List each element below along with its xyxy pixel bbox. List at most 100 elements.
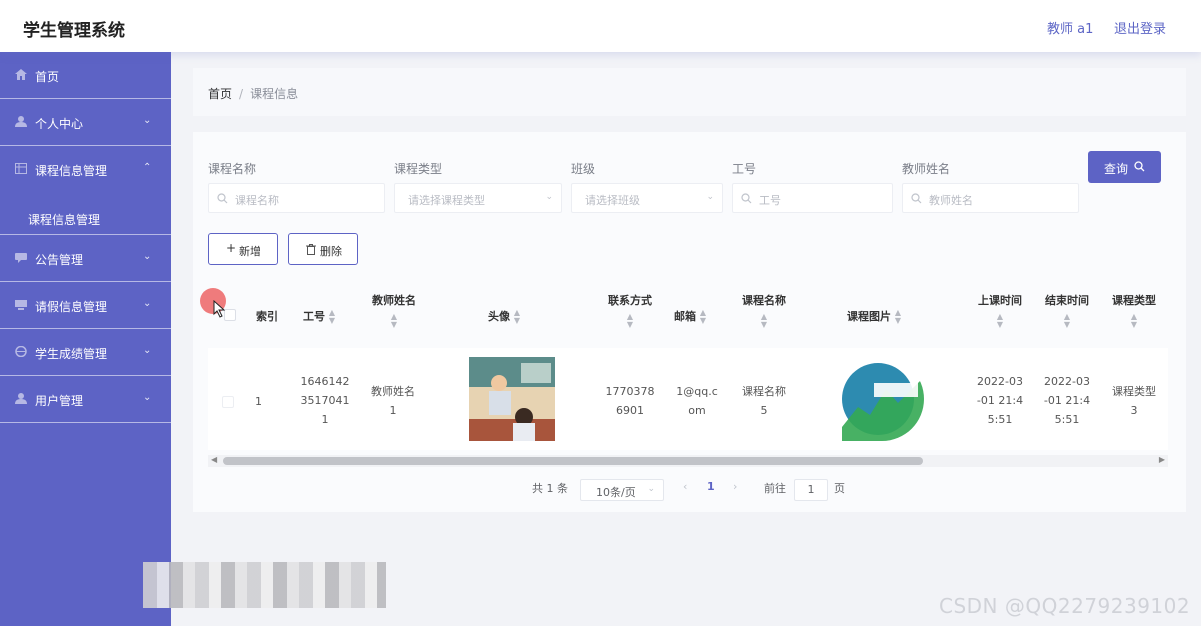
col-header-course-type[interactable]: 课程类型 ▲ ▼: [1108, 293, 1160, 329]
plus-icon: +: [226, 241, 237, 255]
col-header-index: 索引: [256, 310, 278, 323]
chevron-down-icon: ⌄: [706, 192, 714, 202]
search-icon: [741, 193, 752, 204]
sidebar-item-course-info[interactable]: 课程信息管理 ⌃: [0, 146, 171, 193]
goto-page-input[interactable]: 1: [794, 479, 828, 501]
page-size-select[interactable]: 10条/页 ⌄: [580, 479, 664, 501]
delete-button[interactable]: 删除: [288, 233, 358, 265]
pagination-total: 共 1 条: [532, 482, 568, 495]
course-name-label: 课程名称: [208, 162, 257, 176]
sidebar-item-label: 用户管理: [35, 394, 84, 408]
course-type-label: 课程类型: [394, 162, 443, 176]
scroll-right-icon[interactable]: ▶: [1159, 455, 1165, 464]
sort-icon: ▲ ▼: [760, 312, 768, 329]
sidebar-item-label: 学生成绩管理: [35, 347, 108, 361]
breadcrumb: 首页 / 课程信息: [208, 85, 298, 102]
chevron-down-icon: ⌄: [647, 484, 655, 494]
sort-icon: ▲ ▼: [626, 312, 634, 329]
chevron-down-icon: ⌄: [545, 192, 553, 202]
sidebar-item-grades[interactable]: 学生成绩管理 ⌄: [0, 329, 171, 376]
main-panel: 课程名称 课程名称 课程类型 请选择课程类型 ⌄ 班级 请选择班级 ⌄ 工号 工…: [193, 132, 1186, 512]
col-header-contact[interactable]: 联系方式 ▲ ▼: [603, 293, 657, 329]
col-header-teacher-name[interactable]: 教师姓名 ▲ ▼: [369, 293, 419, 329]
cell-course-name: 课程名称 5: [742, 385, 786, 417]
sidebar-item-home[interactable]: 首页: [0, 52, 171, 99]
cell-email: 1@qq.c om: [676, 385, 718, 417]
col-header-avatar[interactable]: 头像 ▲ ▼: [488, 309, 520, 325]
sort-icon: ▲ ▼: [328, 308, 335, 325]
current-user[interactable]: 教师 a1: [1047, 18, 1093, 37]
course-type-select[interactable]: 请选择课程类型 ⌄: [394, 183, 562, 213]
breadcrumb-home[interactable]: 首页: [208, 87, 232, 101]
col-header-email[interactable]: 邮箱 ▲ ▼: [674, 309, 706, 325]
col-header-start-time[interactable]: 上课时间 ▲ ▼: [974, 293, 1026, 329]
scroll-left-icon[interactable]: ◀: [211, 455, 217, 464]
sort-icon: ▲ ▼: [1063, 312, 1071, 329]
cell-course-type: 课程类型 3: [1112, 385, 1156, 417]
top-header: 学生管理系统 教师 a1 退出登录: [0, 0, 1201, 52]
sidebar-item-label: 课程信息管理: [35, 164, 108, 178]
horizontal-scrollbar[interactable]: ◀ ▶: [208, 455, 1168, 467]
sort-icon: ▲ ▼: [390, 312, 398, 329]
logout-link[interactable]: 退出登录: [1114, 18, 1166, 37]
class-select[interactable]: 请选择班级 ⌄: [571, 183, 723, 213]
sidebar-item-label: 公告管理: [35, 253, 84, 267]
select-all-checkbox[interactable]: [224, 309, 236, 321]
col-header-end-time[interactable]: 结束时间 ▲ ▼: [1041, 293, 1093, 329]
breadcrumb-current: 课程信息: [250, 87, 299, 101]
sort-icon: ▲ ▼: [894, 308, 901, 325]
col-header-course-name[interactable]: 课程名称 ▲ ▼: [738, 293, 790, 329]
search-icon: [1134, 161, 1145, 172]
sidebar-item-leave[interactable]: 请假信息管理 ⌄: [0, 282, 171, 329]
col-header-course-image[interactable]: 课程图片 ▲ ▼: [847, 309, 901, 325]
monitor-icon: [15, 300, 27, 310]
user-icon: [15, 116, 27, 127]
col-header-job-no[interactable]: 工号 ▲ ▼: [303, 309, 335, 325]
search-icon: [911, 193, 922, 204]
cell-job-no: 1646142 3517041 1: [300, 375, 350, 426]
course-name-input[interactable]: 课程名称: [208, 183, 385, 213]
prev-page-button[interactable]: ‹: [683, 480, 687, 493]
job-no-label: 工号: [732, 162, 757, 176]
course-image: [840, 357, 924, 441]
sidebar-item-users[interactable]: 用户管理 ⌄: [0, 376, 171, 423]
page-number-current[interactable]: 1: [707, 480, 715, 493]
search-icon: [217, 193, 228, 204]
row-checkbox[interactable]: [222, 396, 234, 408]
chevron-down-icon: ⌄: [143, 251, 152, 262]
chevron-down-icon: ⌄: [143, 345, 152, 356]
sidebar-item-label: 首页: [35, 70, 60, 84]
sidebar-subitem-course-info[interactable]: 课程信息管理: [0, 197, 171, 235]
class-label: 班级: [571, 162, 596, 176]
cell-teacher-name: 教师姓名 1: [371, 385, 415, 417]
mouse-cursor-icon: [213, 300, 225, 318]
add-button[interactable]: + 新增: [208, 233, 278, 265]
page-suffix: 页: [834, 482, 845, 495]
sidebar: 首页 个人中心 ⌄ 课程信息管理 ⌃ 课程信息管理 公告管理 ⌄ 请假信息管理 …: [0, 52, 171, 626]
chevron-down-icon: ⌄: [143, 392, 152, 403]
chat-icon: [15, 253, 27, 263]
goto-label: 前往: [764, 482, 786, 495]
sort-icon: ▲ ▼: [513, 308, 520, 325]
sidebar-item-profile[interactable]: 个人中心 ⌄: [0, 99, 171, 146]
query-button[interactable]: 查询: [1088, 151, 1161, 183]
avatar-image: [469, 357, 555, 441]
table-icon: [15, 163, 27, 174]
teacher-name-input[interactable]: 教师姓名: [902, 183, 1079, 213]
job-no-input[interactable]: 工号: [732, 183, 893, 213]
app-title: 学生管理系统: [23, 21, 125, 41]
cell-contact: 1770378 6901: [605, 385, 655, 417]
breadcrumb-panel: 首页 / 课程信息: [193, 68, 1186, 116]
next-page-button[interactable]: ›: [733, 480, 737, 493]
sort-icon: ▲ ▼: [699, 308, 706, 325]
pixelated-overlay: [143, 562, 386, 608]
sort-icon: ▲ ▼: [996, 312, 1004, 329]
breadcrumb-separator: /: [239, 87, 244, 101]
chevron-down-icon: ⌄: [143, 115, 152, 126]
scrollbar-thumb[interactable]: [223, 457, 923, 465]
cell-start-time: 2022-03 -01 21:4 5:51: [976, 375, 1024, 426]
cell-index: 1: [255, 395, 262, 408]
sidebar-item-notice[interactable]: 公告管理 ⌄: [0, 235, 171, 282]
trash-icon: [306, 244, 316, 255]
sort-icon: ▲ ▼: [1130, 312, 1138, 329]
